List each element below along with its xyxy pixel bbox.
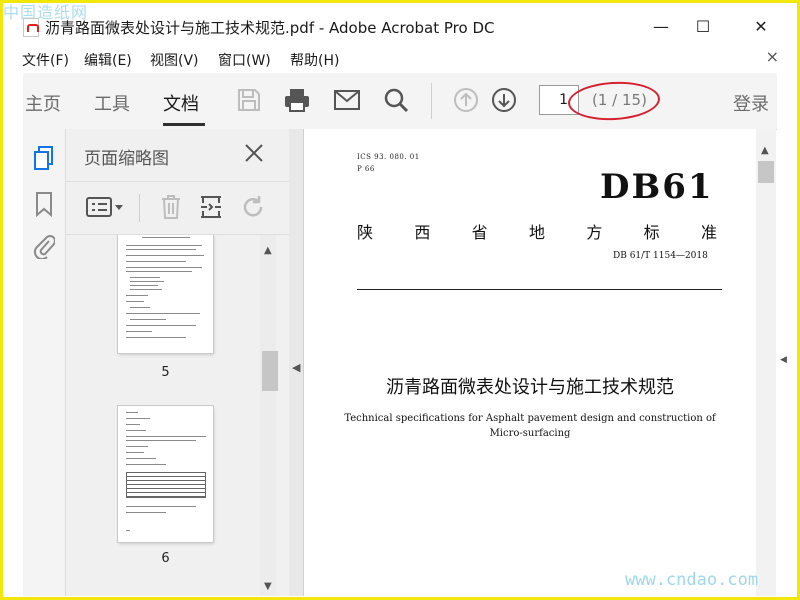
org-char: 陕 — [357, 223, 374, 242]
panel-title: 页面缩略图 — [84, 149, 169, 169]
org-char: 西 — [414, 223, 431, 242]
p-code: P 66 — [357, 165, 375, 173]
menu-view[interactable]: 视图(V) — [150, 50, 199, 70]
page-thumbnail-6[interactable] — [118, 406, 213, 542]
document-scroll-thumb[interactable] — [758, 161, 774, 183]
toolbar: 主页 工具 文档 1 (1 / 15) 登录 — [23, 73, 780, 130]
maximize-button[interactable]: ☐ — [688, 13, 718, 39]
tab-tools[interactable]: 工具 — [94, 90, 130, 116]
scroll-up-arrow-icon[interactable]: ▲ — [264, 245, 272, 256]
menu-file[interactable]: 文件(F) — [22, 50, 69, 70]
thumbnail-list[interactable]: 5 6 — [66, 235, 273, 595]
menu-help[interactable]: 帮助(H) — [290, 50, 339, 70]
document-title: 沥青路面微表处设计与施工技术规范 — [386, 377, 674, 398]
issuing-organization: 陕 西 省 地 方 标 准 — [357, 219, 717, 243]
watermark-bottom: www.cndao.com — [625, 570, 759, 590]
title-bar: 中国造纸网 沥青路面微表处设计与施工技术规范.pdf - Adobe Acrob… — [3, 3, 797, 43]
thumbnail-label: 6 — [161, 551, 170, 566]
close-document-icon[interactable]: × — [766, 47, 779, 66]
tab-home[interactable]: 主页 — [25, 90, 61, 116]
tab-document[interactable]: 文档 — [163, 90, 199, 116]
toolbar-separator — [431, 83, 432, 119]
org-char: 地 — [528, 223, 545, 242]
expand-right-panel-icon[interactable]: ◀ — [780, 355, 787, 365]
minimize-button[interactable]: — — [646, 13, 676, 39]
header-rule — [357, 289, 722, 290]
org-char: 省 — [471, 223, 488, 242]
close-panel-icon[interactable] — [240, 139, 268, 167]
bookmark-icon[interactable] — [23, 187, 65, 221]
attachment-icon[interactable] — [23, 229, 65, 263]
ics-code: ICS 93. 080. 01 — [357, 153, 420, 161]
rotate-icon[interactable] — [238, 192, 268, 222]
english-title-line-1: Technical specifications for Asphalt pav… — [344, 413, 716, 424]
search-icon[interactable] — [381, 85, 411, 115]
document-scrollbar[interactable]: ▲ — [756, 129, 776, 596]
thumbnail-panel: 页面缩略图 5 6 ▲ ▼ — [66, 129, 290, 596]
window-title: 沥青路面微表处设计与施工技术规范.pdf - Adobe Acrobat Pro… — [45, 19, 495, 37]
pdf-app-icon — [23, 18, 39, 37]
standard-code: DB61 — [600, 167, 714, 207]
menu-window[interactable]: 窗口(W) — [218, 50, 271, 70]
thumbnail-label: 5 — [161, 365, 170, 380]
document-page: ICS 93. 080. 01 P 66 DB61 陕 西 省 地 方 标 准 … — [304, 129, 756, 596]
delete-icon[interactable] — [156, 192, 186, 222]
email-icon[interactable] — [332, 85, 362, 115]
org-char: 准 — [700, 223, 717, 242]
doc-scroll-up-icon[interactable]: ▲ — [761, 145, 769, 156]
previous-page-icon[interactable] — [451, 85, 481, 115]
save-icon[interactable] — [234, 85, 264, 115]
page-thumbnails-icon[interactable] — [23, 141, 65, 175]
navigation-rail — [23, 129, 66, 596]
org-char: 标 — [643, 223, 660, 242]
right-edge: ◀ — [777, 73, 797, 596]
options-menu-icon[interactable] — [84, 192, 126, 222]
page-thumbnail-5[interactable] — [118, 235, 213, 353]
thumbnail-scrollbar[interactable] — [260, 235, 276, 595]
menu-edit[interactable]: 编辑(E) — [84, 50, 132, 70]
active-tab-indicator — [163, 123, 205, 126]
thumbnail-table — [126, 472, 206, 498]
menu-bar: 文件(F) 编辑(E) 视图(V) 窗口(W) 帮助(H) × — [3, 43, 797, 73]
panel-toolbar — [66, 181, 289, 235]
thumbnail-scroll-thumb[interactable] — [262, 351, 278, 391]
next-page-icon[interactable] — [489, 85, 519, 115]
standard-number: DB 61/T 1154—2018 — [613, 251, 708, 261]
org-char: 方 — [586, 223, 603, 242]
panel-splitter[interactable]: ◀ — [289, 129, 304, 596]
extract-pages-icon[interactable] — [196, 192, 226, 222]
print-icon[interactable] — [282, 85, 312, 115]
panel-toolbar-separator — [139, 194, 140, 222]
collapse-panel-icon[interactable]: ◀ — [292, 361, 300, 374]
close-window-button[interactable]: ✕ — [746, 13, 776, 39]
login-link[interactable]: 登录 — [733, 90, 769, 116]
english-title-line-2: Micro-surfacing — [489, 428, 571, 439]
annotation-ellipse — [567, 79, 661, 123]
scroll-down-arrow-icon[interactable]: ▼ — [264, 581, 272, 592]
